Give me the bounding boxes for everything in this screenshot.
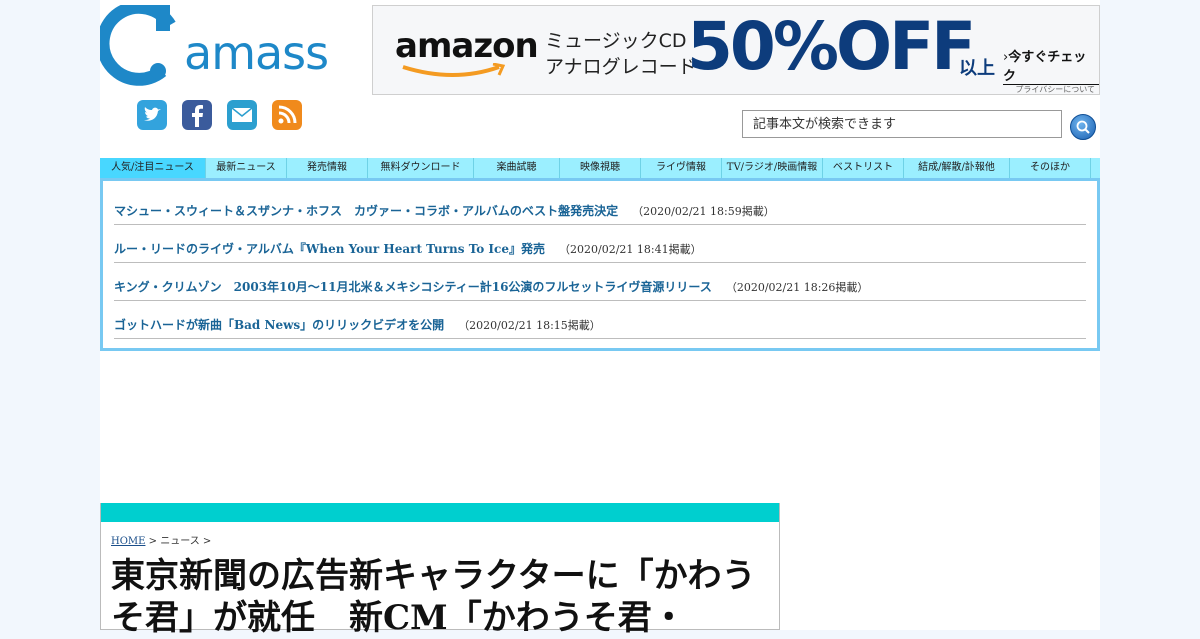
amazon-ad-banner[interactable]: amazon ミュージックCD アナログレコード 50%OFF 以上 ›今すぐチ… (372, 5, 1100, 95)
page: amass amazon ミュージックCD アナログレコード 50%OFF 以上… (96, 0, 1100, 638)
list-item: マシュー・スウィート＆スザンナ・ホフス カヴァー・コラボ・アルバムのベスト盤発売… (114, 187, 1086, 225)
article-headline: 東京新聞の広告新キャラクターに「かわうそ君」が就任 新CM「かわうそ君・ (111, 556, 756, 638)
nav-item-release[interactable]: 発売情報 (287, 158, 368, 178)
amazon-smile-icon (402, 63, 506, 77)
breadcrumb-home-link[interactable]: HOME (111, 536, 145, 547)
twitter-icon[interactable] (137, 100, 167, 130)
ad-brand: amazon (395, 26, 539, 66)
ad-discount-suffix: 以上 (959, 58, 995, 79)
news-date: （2020/02/21 18:26掲載） (725, 281, 869, 294)
ad-privacy-link[interactable]: プライバシーについて (1015, 84, 1095, 95)
site-logo[interactable]: amass (96, 0, 330, 87)
nav-item-media[interactable]: TV/ラジオ/映画情報 (722, 158, 823, 178)
list-item: キング・クリムゾン 2003年10月〜11月北米＆メキシコシティー計16公演のフ… (114, 263, 1086, 301)
list-item: ルー・リードのライヴ・アルバム『When Your Heart Turns To… (114, 225, 1086, 263)
nav-item-listen[interactable]: 楽曲試聴 (474, 158, 560, 178)
search-input[interactable]: 記事本文が検索できます (742, 110, 1062, 138)
nav-item-popular[interactable]: 人気/注目ニュース (100, 158, 206, 178)
search-button[interactable] (1070, 114, 1096, 140)
nav-item-other[interactable]: そのほか (1010, 158, 1091, 178)
category-nav: 人気/注目ニュース 最新ニュース 発売情報 無料ダウンロード 楽曲試聴 映像視聴… (100, 158, 1100, 178)
ad-line-2: アナログレコード (545, 56, 697, 78)
nav-item-formed-disbanded[interactable]: 結成/解散/訃報他 (904, 158, 1010, 178)
breadcrumb-trail: > ニュース > (145, 536, 212, 547)
popular-news-list: マシュー・スウィート＆スザンナ・ホフス カヴァー・コラボ・アルバムのベスト盤発売… (100, 178, 1100, 351)
rss-icon[interactable] (272, 100, 302, 130)
news-link[interactable]: マシュー・スウィート＆スザンナ・ホフス カヴァー・コラボ・アルバムのベスト盤発売… (114, 204, 618, 218)
ad-cta-label: 今すぐチェック (1003, 50, 1087, 84)
news-link[interactable]: ゴットハードが新曲「Bad News」のリリックビデオを公開 (114, 318, 444, 332)
news-date: （2020/02/21 18:41掲載） (559, 243, 702, 256)
news-link[interactable]: ルー・リードのライヴ・アルバム『When Your Heart Turns To… (114, 242, 545, 256)
logo-mark-icon (96, 0, 176, 86)
ad-cta-link[interactable]: ›今すぐチェック (1003, 46, 1099, 85)
mail-icon[interactable] (227, 100, 257, 130)
article: HOME > ニュース > 東京新聞の広告新キャラクターに「かわうそ君」が就任 … (100, 503, 780, 638)
breadcrumb: HOME > ニュース > (111, 532, 211, 547)
news-date: （2020/02/21 18:15掲載） (458, 319, 601, 332)
list-item: ゴットハードが新曲「Bad News」のリリックビデオを公開 （2020/02/2… (114, 301, 1086, 339)
search-icon (1076, 120, 1090, 134)
search-placeholder: 記事本文が検索できます (753, 117, 897, 132)
news-date: （2020/02/21 18:59掲載） (632, 205, 775, 218)
logo-text: amass (184, 26, 329, 80)
news-link[interactable]: キング・クリムゾン 2003年10月〜11月北米＆メキシコシティー計16公演のフ… (114, 280, 712, 294)
facebook-icon[interactable] (182, 100, 212, 130)
nav-item-download[interactable]: 無料ダウンロード (368, 158, 474, 178)
article-header-bar (101, 503, 779, 522)
nav-item-bestlist[interactable]: ベストリスト (823, 158, 904, 178)
ad-discount: 50%OFF (687, 8, 976, 85)
nav-item-live[interactable]: ライヴ情報 (641, 158, 722, 178)
nav-item-video[interactable]: 映像視聴 (560, 158, 641, 178)
ad-line-1: ミュージックCD (545, 30, 687, 52)
nav-item-latest[interactable]: 最新ニュース (206, 158, 287, 178)
